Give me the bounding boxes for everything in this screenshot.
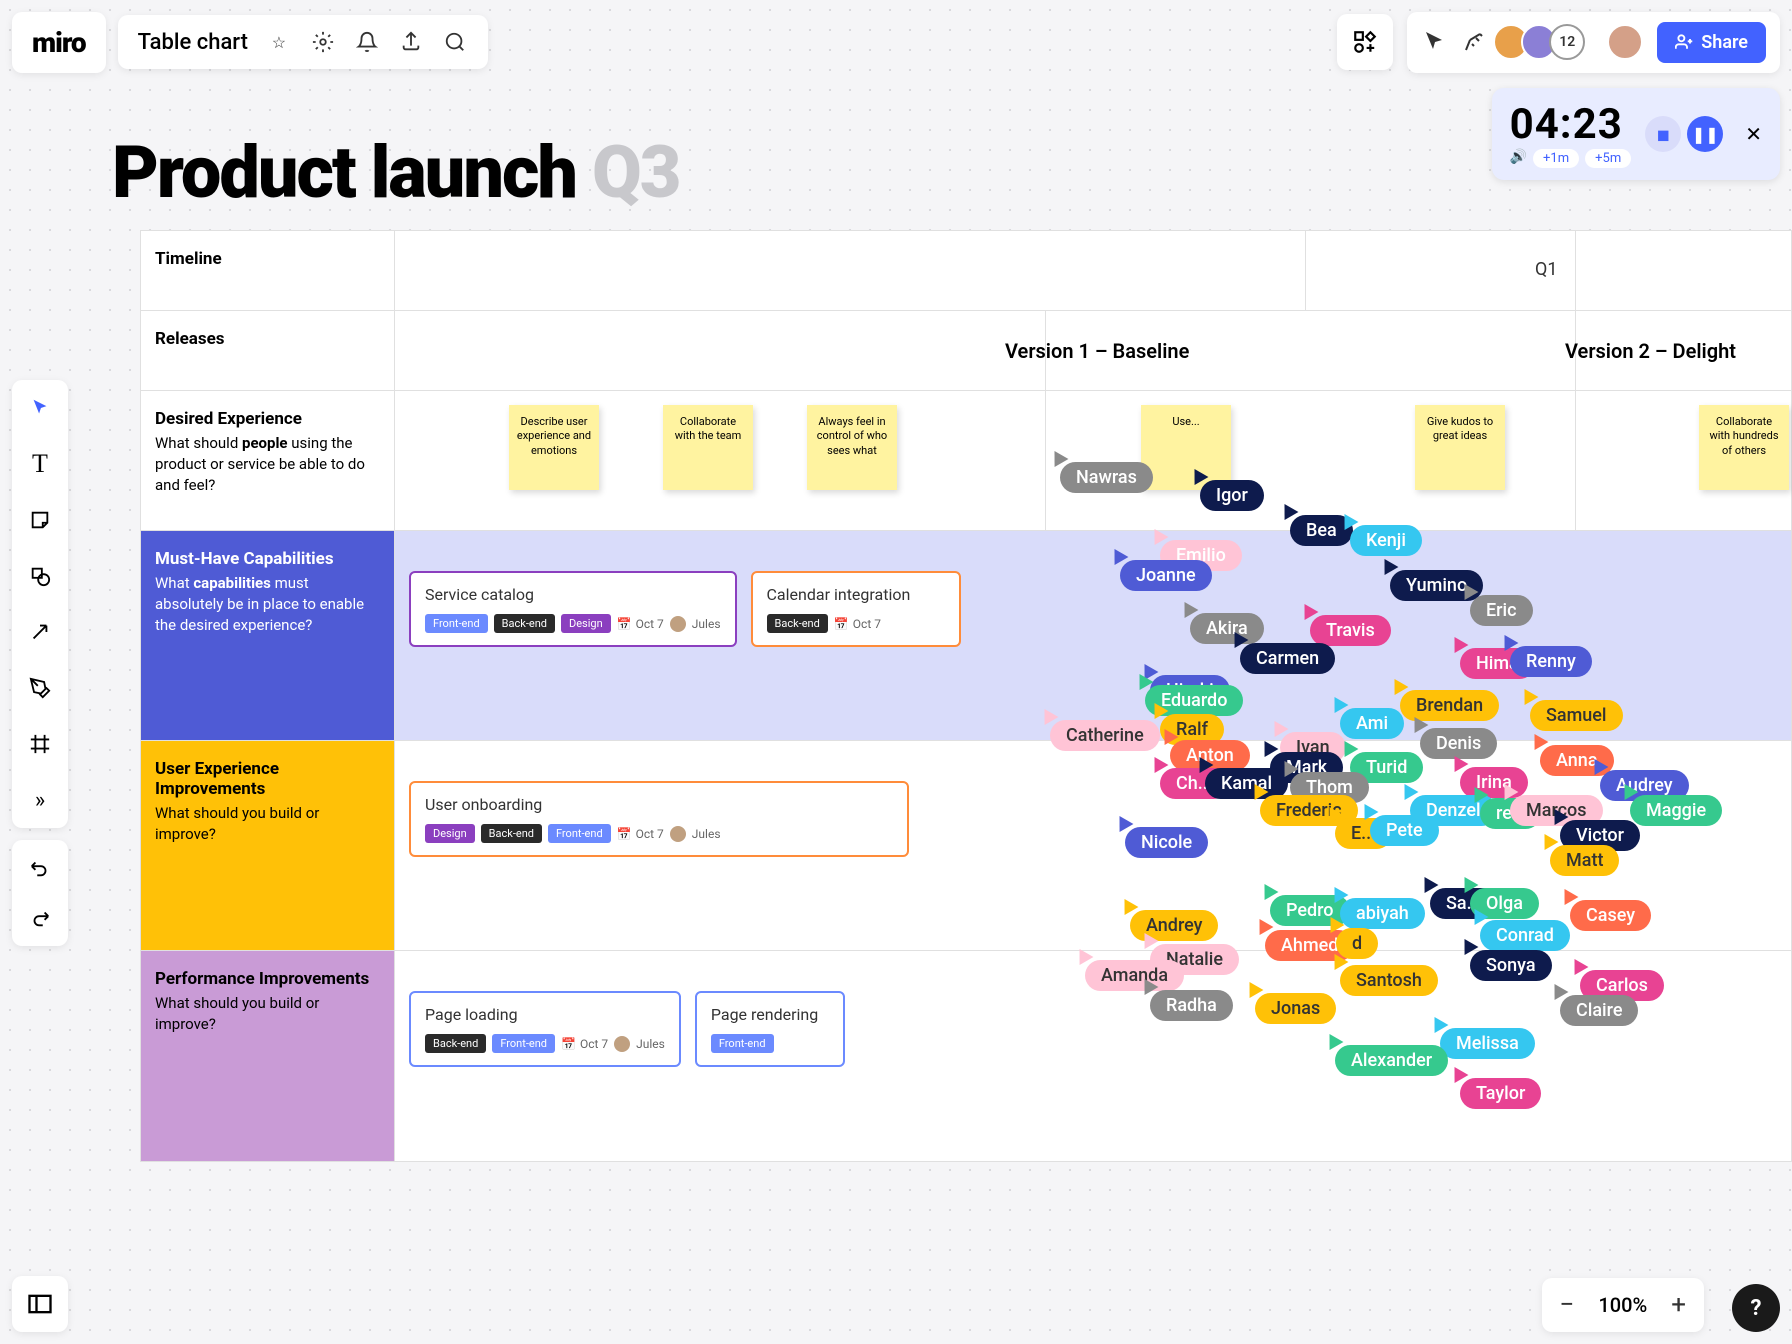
frames-panel-button[interactable] [12, 1276, 68, 1332]
sticky-note[interactable]: Collaborate with the team [663, 405, 753, 490]
reactions-icon[interactable] [1461, 29, 1487, 55]
user-avatars[interactable]: 12 [1501, 24, 1585, 60]
assignee-avatar [614, 1036, 630, 1052]
apps-button[interactable] [1337, 14, 1393, 70]
timeline-label: Timeline [155, 249, 380, 269]
zoom-out-button[interactable]: − [1560, 1290, 1575, 1320]
task-card[interactable]: Page rendering Front-end [695, 991, 845, 1067]
task-card[interactable]: User onboarding DesignBack-endFront-end📅… [409, 781, 909, 857]
row-title: Must-Have Capabilities [155, 549, 380, 569]
notification-icon[interactable] [354, 29, 380, 55]
board-title[interactable]: Table chart [138, 30, 248, 55]
shape-tool[interactable] [24, 560, 56, 592]
avatar-count: 12 [1549, 24, 1585, 60]
close-icon[interactable]: ✕ [1745, 122, 1762, 146]
timer-pause-button[interactable]: ❚❚ [1687, 116, 1723, 152]
cursor-mode-icon[interactable] [1421, 29, 1447, 55]
timer-widget: 04:23 🔊 +1m +5m ◼ ❚❚ ✕ [1492, 88, 1780, 180]
task-card[interactable]: Service catalog Front-endBack-endDesign📅… [409, 571, 737, 647]
star-icon[interactable]: ☆ [266, 29, 292, 55]
quarter-label: Q1 [1535, 259, 1558, 280]
current-user-avatar[interactable] [1607, 24, 1643, 60]
help-button[interactable]: ? [1732, 1284, 1780, 1332]
row-title: User Experience Improvements [155, 759, 380, 799]
zoom-controls: − 100% + [1542, 1278, 1704, 1332]
sticky-note[interactable]: Collaborate with hundreds of others [1699, 405, 1789, 490]
sticky-note[interactable]: Always feel in control of who sees what [807, 405, 897, 490]
timer-stop-button[interactable]: ◼ [1645, 116, 1681, 152]
table-chart[interactable]: Timeline Q1 Q2 Releases Version 1 – Base… [140, 230, 1792, 1162]
sticky-tool[interactable] [24, 504, 56, 536]
row-title: Desired Experience [155, 409, 380, 429]
page-title: Product launch Q3 [112, 130, 679, 215]
row-subtitle: What capabilities must absolutely be in … [155, 573, 380, 636]
search-icon[interactable] [442, 29, 468, 55]
sticky-note[interactable]: Describe user experience and emotions [509, 405, 599, 490]
collaboration-box: 12 Share [1407, 12, 1780, 73]
row-subtitle: What should people using the product or … [155, 433, 380, 496]
calendar-icon: 📅 Oct 7 [617, 617, 664, 631]
settings-icon[interactable] [310, 29, 336, 55]
task-card[interactable]: Calendar integration Back-end📅 Oct 7 [751, 571, 961, 647]
sound-icon[interactable]: 🔊 [1510, 149, 1527, 168]
undo-button[interactable] [24, 852, 56, 884]
more-tools[interactable]: » [24, 784, 56, 816]
logo-box[interactable]: miro [12, 12, 106, 73]
frame-tool[interactable] [24, 728, 56, 760]
calendar-icon: 📅 Oct 7 [561, 1037, 608, 1051]
row-subtitle: What should you build or improve? [155, 803, 380, 845]
assignee-avatar [670, 826, 686, 842]
calendar-icon: 📅 Oct 7 [834, 617, 881, 631]
calendar-icon: 📅 Oct 7 [617, 827, 664, 841]
timer-add-5m[interactable]: +5m [1585, 149, 1631, 168]
releases-label: Releases [155, 329, 380, 349]
release-label: Version 2 – Delight [1565, 339, 1736, 363]
pen-tool[interactable] [24, 672, 56, 704]
release-label: Version 1 – Baseline [1005, 339, 1189, 363]
share-button[interactable]: Share [1657, 22, 1766, 63]
assignee-avatar [670, 616, 686, 632]
arrow-tool[interactable] [24, 616, 56, 648]
main-toolbar: T » [12, 380, 68, 828]
sticky-note[interactable]: Use... [1141, 405, 1231, 490]
sticky-note[interactable]: Give kudos to great ideas [1415, 405, 1505, 490]
select-tool[interactable] [24, 392, 56, 424]
undo-toolbar [12, 840, 68, 946]
miro-logo: miro [32, 26, 86, 59]
export-icon[interactable] [398, 29, 424, 55]
redo-button[interactable] [24, 902, 56, 934]
timer-time: 04:23 [1510, 100, 1632, 149]
row-title: Performance Improvements [155, 969, 380, 989]
timer-add-1m[interactable]: +1m [1533, 149, 1579, 168]
text-tool[interactable]: T [24, 448, 56, 480]
zoom-in-button[interactable]: + [1671, 1290, 1686, 1320]
board-title-box: Table chart ☆ [118, 15, 488, 69]
row-subtitle: What should you build or improve? [155, 993, 380, 1035]
zoom-value[interactable]: 100% [1598, 1293, 1647, 1317]
task-card[interactable]: Page loading Back-endFront-end📅 Oct 7Jul… [409, 991, 681, 1067]
